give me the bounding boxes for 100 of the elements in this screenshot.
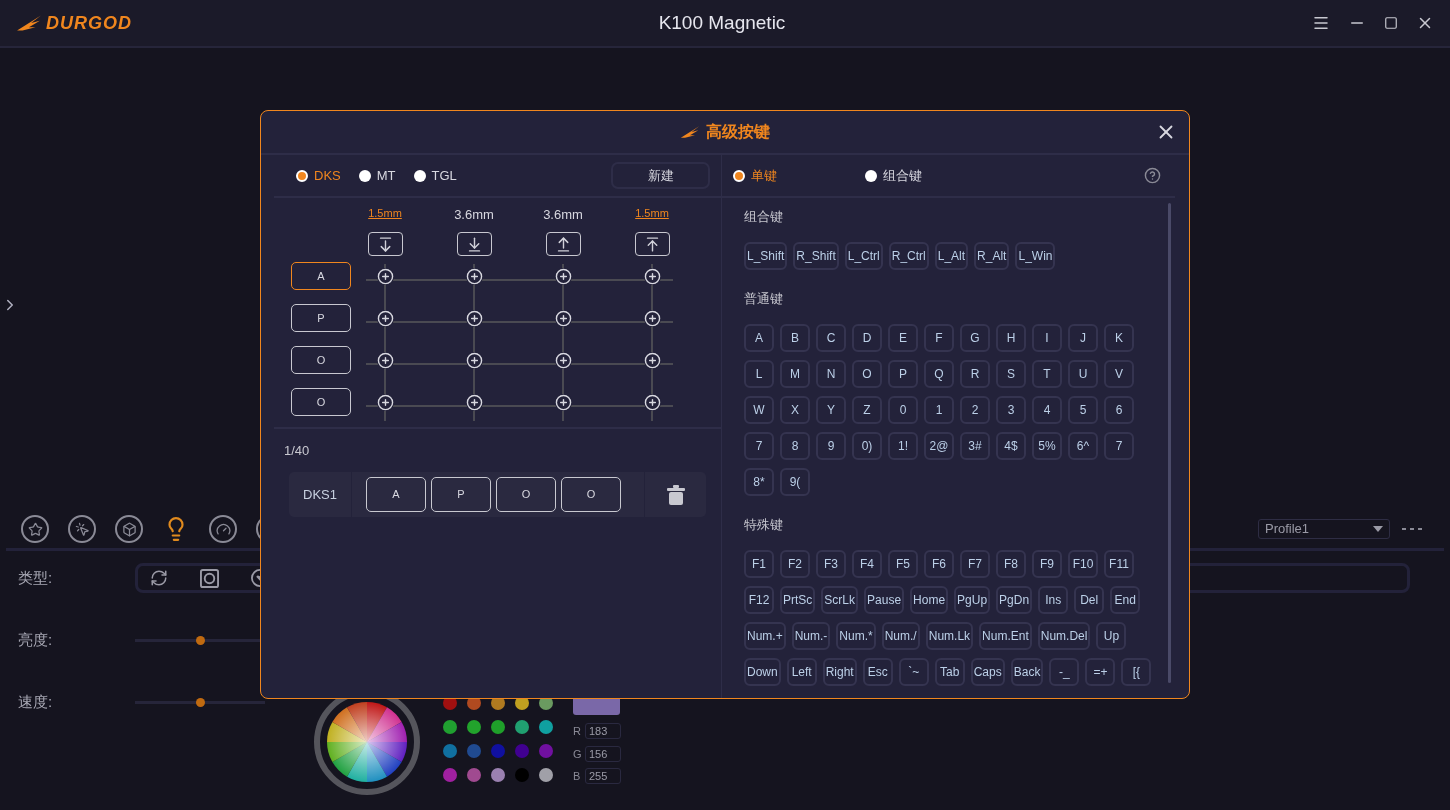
key-option[interactable]: X — [780, 396, 810, 424]
key-option[interactable]: J — [1068, 324, 1098, 352]
add-action-icon[interactable] — [376, 393, 394, 411]
add-action-icon[interactable] — [643, 393, 661, 411]
color-swatch[interactable] — [515, 720, 529, 734]
channel-input[interactable]: 183 — [585, 723, 621, 740]
key-option[interactable]: F1 — [744, 550, 774, 578]
mode-tab[interactable] — [209, 515, 237, 543]
add-action-icon[interactable] — [465, 309, 483, 327]
key-option[interactable]: F9 — [1032, 550, 1062, 578]
key-option[interactable]: 5 — [1068, 396, 1098, 424]
add-action-icon[interactable] — [465, 267, 483, 285]
key-option[interactable]: B — [780, 324, 810, 352]
add-action-icon[interactable] — [554, 309, 572, 327]
key-option[interactable]: Y — [816, 396, 846, 424]
add-action-icon[interactable] — [376, 351, 394, 369]
key-option[interactable]: F5 — [888, 550, 918, 578]
key-option[interactable]: C — [816, 324, 846, 352]
key-option[interactable]: F11 — [1104, 550, 1134, 578]
mode-tab[interactable] — [115, 515, 143, 543]
slider-thumb[interactable] — [196, 635, 205, 645]
key-option[interactable]: PrtSc — [780, 586, 816, 614]
key-option[interactable]: 0) — [852, 432, 882, 460]
color-swatch[interactable] — [467, 720, 481, 734]
key-option[interactable]: R_Ctrl — [888, 242, 929, 270]
key-option[interactable]: H — [996, 324, 1026, 352]
color-swatch[interactable] — [443, 768, 457, 782]
key-option[interactable]: 0 — [888, 396, 918, 424]
binding-row[interactable]: DKS1 A P O O — [289, 472, 706, 517]
key-option[interactable]: PgDn — [996, 586, 1033, 614]
key-option[interactable]: -_ — [1049, 658, 1080, 686]
key-option[interactable]: R_Shift — [793, 242, 839, 270]
key-option[interactable]: 8 — [780, 432, 810, 460]
key-option[interactable]: ScrLk — [821, 586, 859, 614]
add-action-icon[interactable] — [643, 351, 661, 369]
key-option[interactable]: F2 — [780, 550, 810, 578]
stroke-stage-button[interactable] — [456, 232, 492, 256]
key-option[interactable]: 4$ — [996, 432, 1026, 460]
key-option[interactable]: F12 — [744, 586, 774, 614]
key-option[interactable]: F7 — [960, 550, 990, 578]
more-icon[interactable] — [1402, 527, 1422, 531]
key-option[interactable]: L_Alt — [934, 242, 969, 270]
binding-key[interactable]: P — [431, 477, 491, 512]
color-swatch[interactable] — [539, 720, 553, 734]
key-option[interactable]: Left — [786, 658, 817, 686]
key-option[interactable]: End — [1110, 586, 1141, 614]
channel-input[interactable]: 156 — [585, 745, 621, 762]
key-option[interactable]: [{ — [1121, 658, 1152, 686]
key-option[interactable]: 8* — [744, 468, 774, 496]
key-option[interactable]: 9( — [780, 468, 810, 496]
key-option[interactable]: F4 — [852, 550, 882, 578]
key-option[interactable]: Home — [910, 586, 949, 614]
key-option[interactable]: S — [996, 360, 1026, 388]
key-option[interactable]: L_Win — [1015, 242, 1056, 270]
travel-distance[interactable]: 1.5mm — [635, 205, 669, 225]
binding-key[interactable]: A — [366, 477, 426, 512]
key-option[interactable]: F — [924, 324, 954, 352]
add-action-icon[interactable] — [554, 351, 572, 369]
new-button[interactable]: 新建 — [611, 162, 710, 189]
key-option[interactable]: 6^ — [1068, 432, 1098, 460]
key-option[interactable]: M — [780, 360, 810, 388]
scrollbar[interactable] — [1168, 203, 1171, 683]
help-icon[interactable] — [1144, 167, 1161, 184]
key-option[interactable]: T — [1032, 360, 1062, 388]
key-slot[interactable]: O — [291, 388, 351, 416]
color-swatch[interactable] — [443, 744, 457, 758]
key-option[interactable]: Num.Lk — [925, 622, 974, 650]
key-option[interactable]: K — [1104, 324, 1134, 352]
add-action-icon[interactable] — [465, 351, 483, 369]
key-option[interactable]: PgUp — [954, 586, 991, 614]
radio-option[interactable]: TGL — [413, 165, 457, 186]
key-option[interactable]: U — [1068, 360, 1098, 388]
key-option[interactable]: L — [744, 360, 774, 388]
key-option[interactable]: F10 — [1068, 550, 1098, 578]
stroke-stage-button[interactable] — [634, 232, 670, 256]
color-swatch[interactable] — [491, 744, 505, 758]
key-option[interactable]: 2 — [960, 396, 990, 424]
key-slot[interactable]: O — [291, 346, 351, 374]
key-option[interactable]: Num.* — [836, 622, 876, 650]
key-option[interactable]: G — [960, 324, 990, 352]
add-action-icon[interactable] — [643, 267, 661, 285]
radio-option[interactable]: MT — [358, 165, 396, 186]
color-swatch[interactable] — [539, 744, 553, 758]
menu-icon[interactable] — [1312, 14, 1330, 32]
key-option[interactable]: R_Alt — [974, 242, 1010, 270]
key-option[interactable]: Num./ — [881, 622, 920, 650]
color-swatch[interactable] — [491, 768, 505, 782]
color-swatch[interactable] — [515, 744, 529, 758]
key-slot[interactable]: A — [291, 262, 351, 290]
travel-distance[interactable]: 1.5mm — [368, 205, 402, 225]
key-option[interactable]: 4 — [1032, 396, 1062, 424]
channel-input[interactable]: 255 — [585, 768, 621, 785]
square-ring-icon[interactable] — [200, 568, 219, 588]
maximize-icon[interactable] — [1384, 16, 1398, 30]
key-option[interactable]: =+ — [1085, 658, 1116, 686]
radio-option[interactable]: DKS — [296, 165, 341, 186]
add-action-icon[interactable] — [643, 309, 661, 327]
add-action-icon[interactable] — [376, 267, 394, 285]
stroke-stage-button[interactable] — [545, 232, 581, 256]
key-option[interactable]: Back — [1010, 658, 1044, 686]
